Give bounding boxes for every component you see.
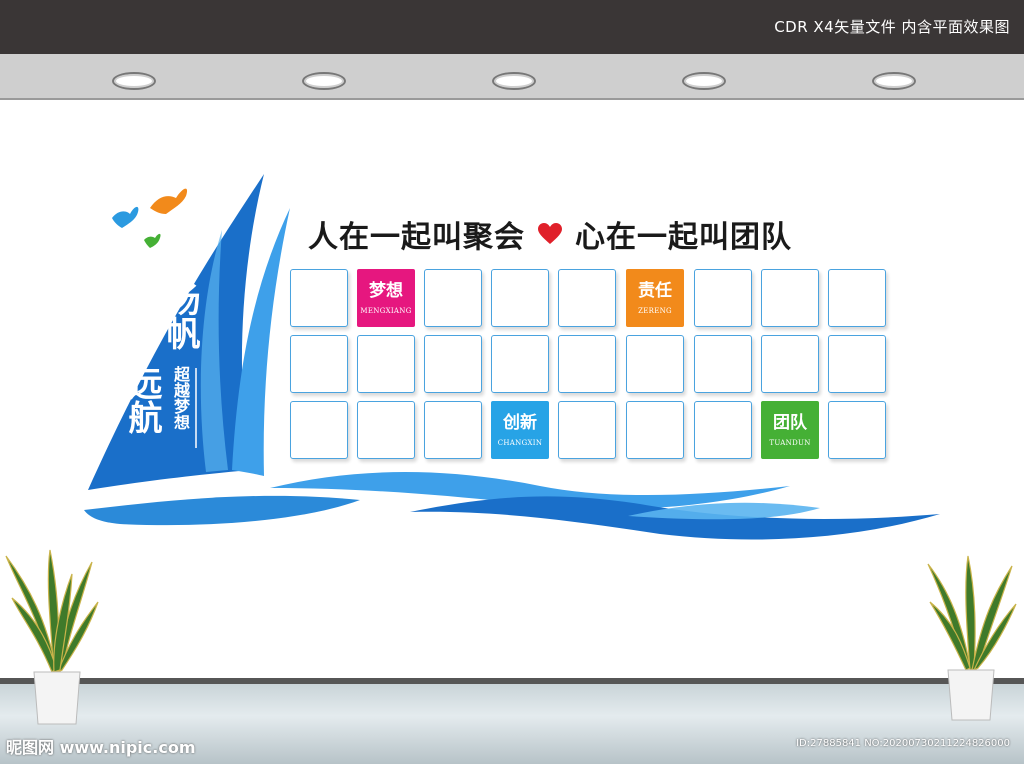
plant-left-icon — [5, 549, 99, 725]
watermark-left: 昵图网 www.nipic.com — [6, 738, 196, 757]
watermark-right: ID:27885841 NO:20200730211224826000 — [796, 738, 1010, 749]
plants — [5, 549, 1017, 725]
plant-right-icon — [927, 555, 1017, 721]
